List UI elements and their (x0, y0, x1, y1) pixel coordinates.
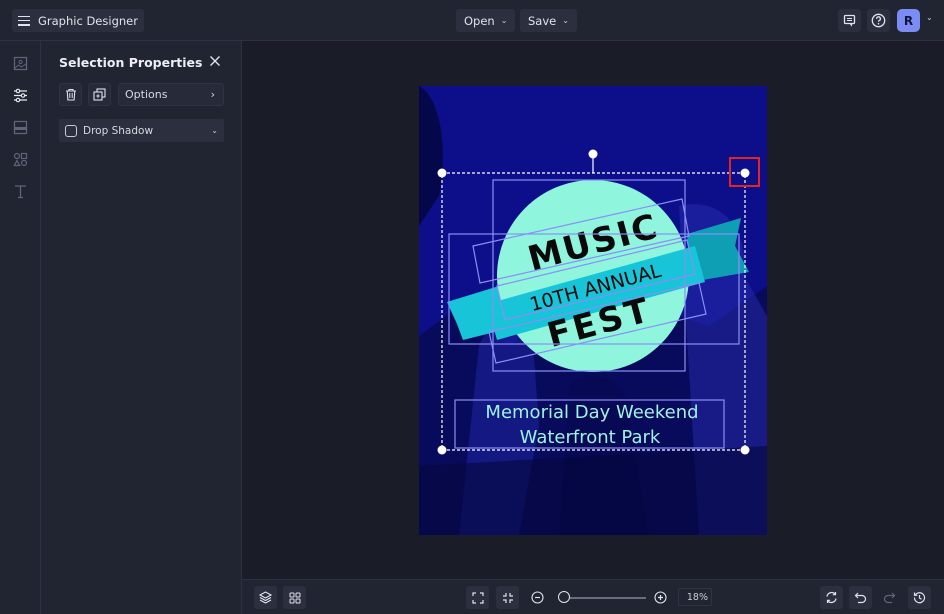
poster-artwork: MUSIC 10TH ANNUAL FEST Memorial Day Week… (419, 86, 767, 535)
image-icon (13, 56, 28, 71)
poster-subtitle-line2[interactable]: Waterfront Park (520, 427, 661, 448)
duplicate-button[interactable] (88, 83, 111, 106)
duplicate-icon (93, 88, 106, 101)
shrink-button[interactable] (496, 586, 519, 609)
rail-item-adjustments[interactable] (12, 87, 29, 104)
hamburger-icon (18, 15, 30, 26)
chevron-right-icon: › (210, 88, 215, 101)
zoom-out-button[interactable] (526, 586, 549, 609)
undo-icon (854, 592, 867, 604)
collapse-icon (502, 592, 513, 603)
resize-handle-top-left[interactable] (437, 168, 447, 178)
comment-icon (843, 14, 856, 27)
top-bar: Graphic Designer Open ⌄ Save ⌄ R ⌄ (0, 0, 944, 41)
history-button[interactable] (908, 586, 931, 609)
drop-shadow-checkbox[interactable] (65, 124, 77, 137)
save-label: Save (528, 13, 557, 28)
close-icon (210, 56, 220, 66)
text-icon (15, 185, 26, 199)
poster-subtitle-line1[interactable]: Memorial Day Weekend (485, 402, 698, 423)
help-icon (871, 13, 886, 28)
expand-icon (471, 591, 484, 604)
rail-item-text[interactable] (12, 183, 29, 200)
drop-shadow-label: Drop Shadow (83, 124, 154, 137)
sliders-icon (14, 88, 27, 103)
rotate-handle[interactable] (588, 149, 598, 159)
history-icon (913, 592, 926, 604)
trash-icon (65, 88, 76, 101)
help-button[interactable] (867, 9, 890, 32)
redo-button[interactable] (878, 586, 901, 609)
open-menu-button[interactable]: Open ⌄ (456, 9, 516, 32)
tool-rail (0, 41, 41, 614)
shapes-icon (13, 152, 28, 167)
zoom-percent-field[interactable]: 18% (678, 588, 712, 606)
resize-handle-bottom-left[interactable] (437, 445, 447, 455)
chevron-down-icon: ⌄ (562, 16, 569, 25)
redo-icon (883, 592, 896, 604)
layers-button[interactable] (254, 586, 277, 609)
refresh-icon (826, 591, 837, 604)
account-chevron-down-icon[interactable]: ⌄ (926, 13, 933, 22)
drop-shadow-row[interactable]: Drop Shadow ⌄ (59, 119, 224, 142)
grid-icon (289, 592, 300, 603)
rail-item-images[interactable] (12, 55, 29, 72)
chevron-down-icon[interactable]: ⌄ (211, 126, 218, 135)
delete-button[interactable] (59, 83, 82, 106)
app-title: Graphic Designer (38, 13, 138, 28)
zoom-slider-thumb[interactable] (558, 591, 571, 603)
resize-handle-bottom-right[interactable] (740, 445, 750, 455)
panel-title: Selection Properties (59, 55, 203, 70)
grid-button[interactable] (283, 586, 306, 609)
close-panel-button[interactable] (209, 53, 221, 71)
app-menu-button[interactable]: Graphic Designer (12, 9, 144, 32)
options-label: Options (125, 88, 168, 101)
zoom-out-icon (531, 591, 544, 604)
rail-item-backgrounds[interactable] (12, 119, 29, 136)
zoom-slider-track[interactable] (560, 597, 646, 599)
poster-canvas[interactable]: MUSIC 10TH ANNUAL FEST Memorial Day Week… (419, 86, 767, 535)
zoom-in-button[interactable] (649, 586, 672, 609)
zoom-in-icon (654, 591, 667, 604)
chevron-down-icon: ⌄ (500, 16, 508, 25)
options-button[interactable]: Options › (118, 83, 224, 106)
fit-to-screen-button[interactable] (466, 586, 489, 609)
rail-item-graphics[interactable] (12, 151, 29, 168)
undo-button[interactable] (849, 586, 872, 609)
layers-icon (259, 591, 272, 604)
open-label: Open (464, 13, 495, 28)
bottom-toolbar: 18% (242, 579, 944, 614)
resize-handle-top-right[interactable] (740, 168, 750, 178)
background-icon (13, 120, 28, 135)
reset-button[interactable] (820, 586, 843, 609)
selection-properties-panel: Selection Properties Options › Drop Shad… (41, 41, 242, 614)
user-avatar[interactable]: R (897, 9, 920, 32)
save-menu-button[interactable]: Save ⌄ (520, 9, 577, 32)
comments-button[interactable] (838, 9, 861, 32)
